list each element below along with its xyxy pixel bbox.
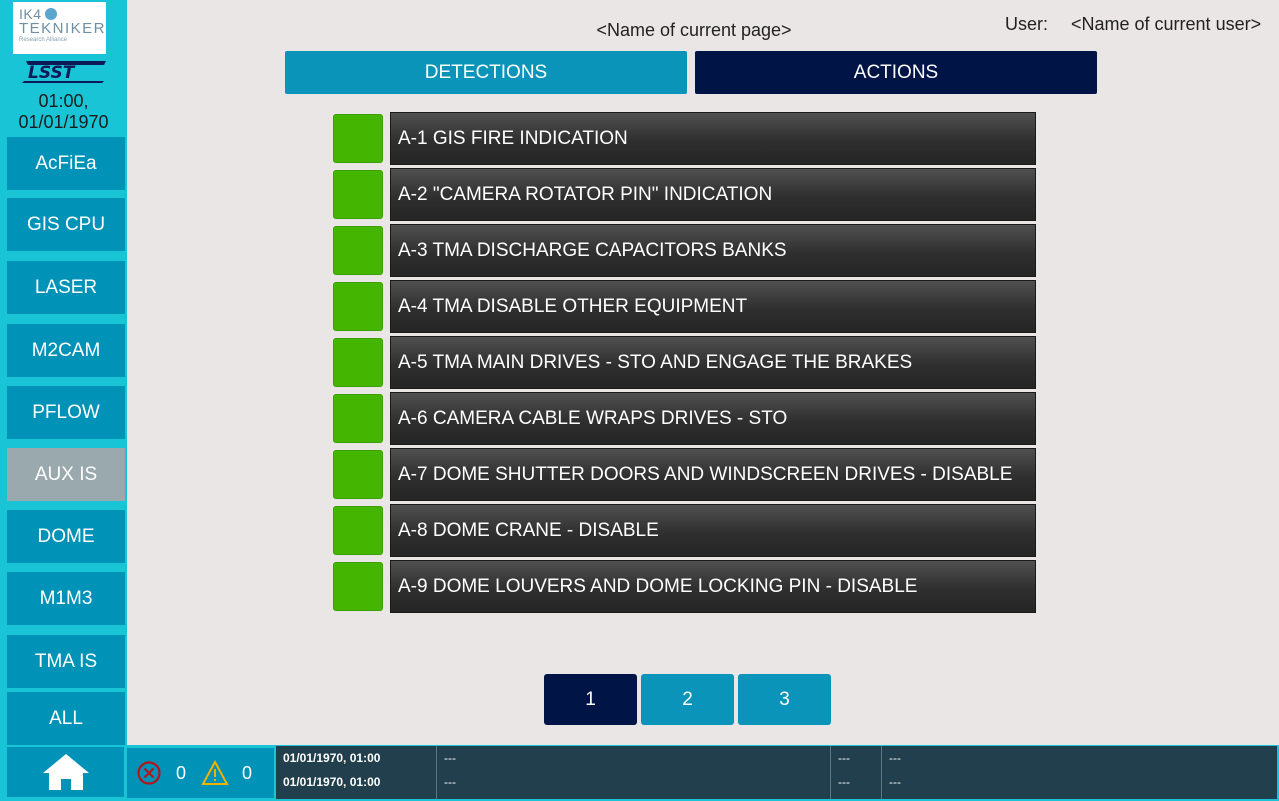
tab-actions[interactable]: ACTIONS [695, 51, 1097, 94]
lsst-logo: LSST [22, 61, 106, 83]
warning-count: 0 [242, 762, 253, 783]
clock-date: 01/01/1970 [18, 112, 109, 132]
action-label[interactable]: A-1 GIS FIRE INDICATION [390, 112, 1036, 165]
action-status-indicator [333, 114, 383, 163]
action-label[interactable]: A-9 DOME LOUVERS AND DOME LOCKING PIN - … [390, 560, 1036, 613]
logo-tekniker-text: TEKNIKER [19, 20, 107, 37]
action-row: A-4 TMA DISABLE OTHER EQUIPMENT [333, 280, 1036, 333]
log-divider [436, 746, 437, 799]
log-timestamp: 01/01/1970, 01:00 [283, 751, 381, 765]
sidebar-item-acfiea[interactable]: AcFiEa [7, 137, 125, 190]
action-label[interactable]: A-5 TMA MAIN DRIVES - STO AND ENGAGE THE… [390, 336, 1036, 389]
action-row: A-7 DOME SHUTTER DOORS AND WINDSCREEN DR… [333, 448, 1036, 501]
action-row: A-6 CAMERA CABLE WRAPS DRIVES - STO [333, 392, 1036, 445]
user-name: <Name of current user> [1071, 14, 1262, 34]
action-status-indicator [333, 282, 383, 331]
error-count: 0 [176, 762, 187, 783]
sidebar-item-m2cam[interactable]: M2CAM [7, 324, 125, 377]
page-title: <Name of current page> [596, 20, 792, 40]
log-extra: --- [889, 775, 901, 789]
sidebar-item-all[interactable]: ALL [7, 692, 125, 745]
log-divider [881, 746, 882, 799]
action-row: A-5 TMA MAIN DRIVES - STO AND ENGAGE THE… [333, 336, 1036, 389]
alarm-summary[interactable]: 0 0 [127, 748, 274, 798]
action-label[interactable]: A-6 CAMERA CABLE WRAPS DRIVES - STO [390, 392, 1036, 445]
page-button-2[interactable]: 2 [641, 674, 734, 725]
sidebar-item-m1m3[interactable]: M1M3 [7, 572, 125, 625]
event-log[interactable]: 01/01/1970, 01:00 --- --- --- 01/01/1970… [276, 746, 1277, 799]
action-label[interactable]: A-2 "CAMERA ROTATOR PIN" INDICATION [390, 168, 1036, 221]
logo-subtitle-text: Research Alliance [19, 37, 68, 43]
log-timestamp: 01/01/1970, 01:00 [283, 775, 381, 789]
sidebar-item-tma-is[interactable]: TMA IS [7, 635, 125, 688]
sidebar-item-pflow[interactable]: PFLOW [7, 386, 125, 439]
action-status-indicator [333, 450, 383, 499]
action-label[interactable]: A-3 TMA DISCHARGE CAPACITORS BANKS [390, 224, 1036, 277]
action-status-indicator [333, 506, 383, 555]
logo-ik4-text: IK4 [19, 6, 42, 22]
log-extra: --- [889, 751, 901, 765]
action-label[interactable]: A-8 DOME CRANE - DISABLE [390, 504, 1036, 557]
action-row: A-3 TMA DISCHARGE CAPACITORS BANKS [333, 224, 1036, 277]
log-divider [830, 746, 831, 799]
sidebar-item-laser[interactable]: LASER [7, 261, 125, 314]
action-status-indicator [333, 394, 383, 443]
action-status-indicator [333, 170, 383, 219]
warning-icon [201, 760, 229, 785]
log-message: --- [444, 751, 456, 765]
tab-detections[interactable]: DETECTIONS [285, 51, 687, 94]
sidebar-item-dome[interactable]: DOME [7, 510, 125, 563]
action-status-indicator [333, 226, 383, 275]
action-row: A-8 DOME CRANE - DISABLE [333, 504, 1036, 557]
sidebar-item-aux-is[interactable]: AUX IS [7, 448, 125, 501]
action-row: A-2 "CAMERA ROTATOR PIN" INDICATION [333, 168, 1036, 221]
action-status-indicator [333, 562, 383, 611]
clock: 01:00, 01/01/1970 [0, 91, 127, 133]
sidebar: IK4 TEKNIKER Research Alliance LSST 01:0… [0, 0, 127, 745]
action-label[interactable]: A-7 DOME SHUTTER DOORS AND WINDSCREEN DR… [390, 448, 1036, 501]
log-code: --- [838, 751, 850, 765]
action-status-indicator [333, 338, 383, 387]
page-button-1[interactable]: 1 [544, 674, 637, 725]
action-row: A-1 GIS FIRE INDICATION [333, 112, 1036, 165]
home-icon [42, 754, 89, 790]
log-code: --- [838, 775, 850, 789]
sidebar-item-gis-cpu[interactable]: GIS CPU [7, 198, 125, 251]
lsst-logo-text: LSST [28, 63, 76, 83]
action-label[interactable]: A-4 TMA DISABLE OTHER EQUIPMENT [390, 280, 1036, 333]
page-button-3[interactable]: 3 [738, 674, 831, 725]
app-root: IK4 TEKNIKER Research Alliance LSST 01:0… [0, 0, 1279, 801]
user-label: User: [1005, 14, 1049, 34]
status-bar: 0 0 01/01/1970, 01:00 --- --- --- 01/01/… [127, 745, 1279, 801]
logo-dot-icon [44, 8, 57, 20]
action-row: A-9 DOME LOUVERS AND DOME LOCKING PIN - … [333, 560, 1036, 613]
error-icon [137, 761, 161, 785]
clock-time: 01:00, [38, 91, 89, 111]
ik4-tekniker-logo: IK4 TEKNIKER Research Alliance [13, 2, 106, 54]
log-message: --- [444, 775, 456, 789]
home-button[interactable] [7, 747, 124, 797]
